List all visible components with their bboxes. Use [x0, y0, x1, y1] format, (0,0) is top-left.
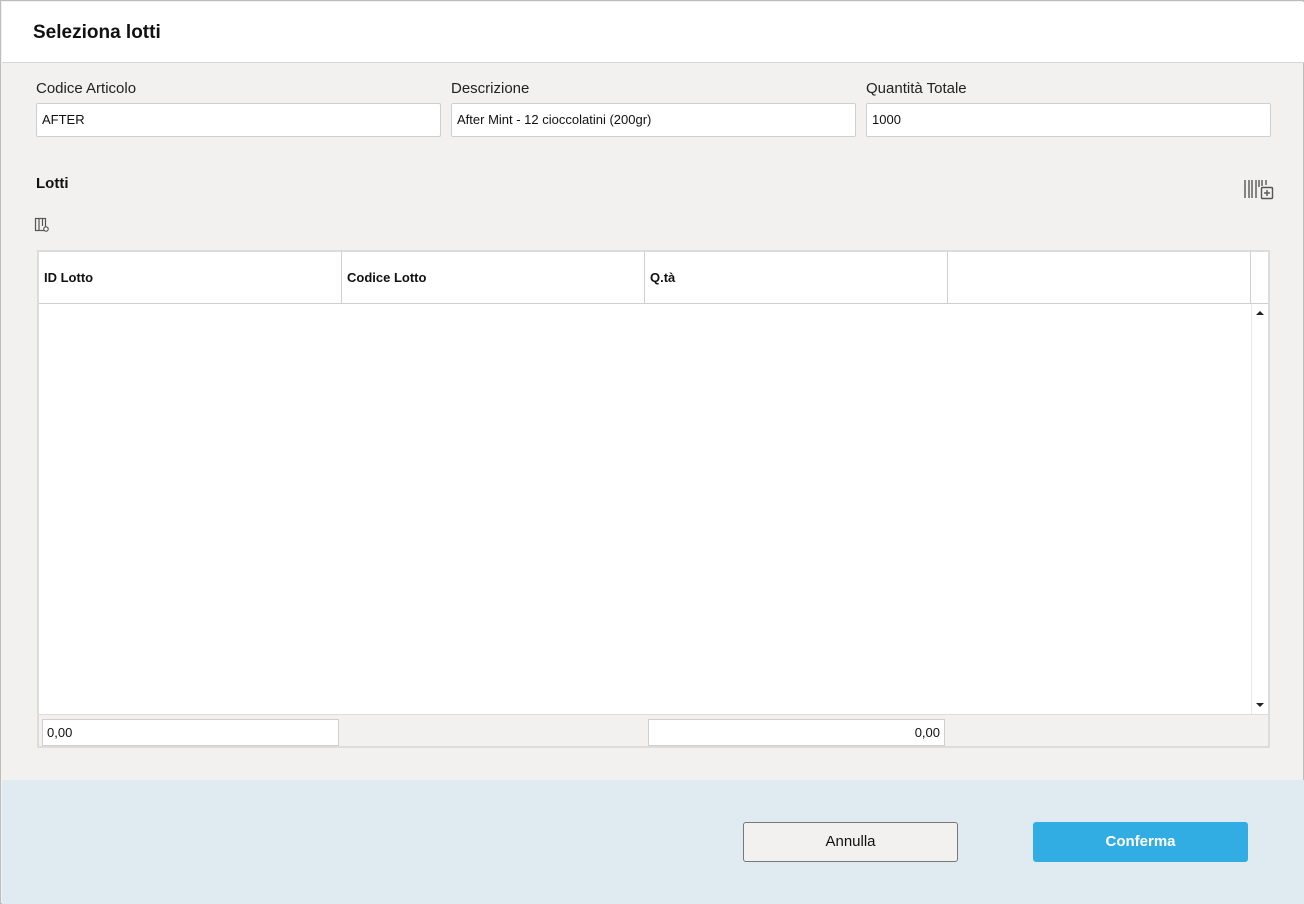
total-quantita: 0,00: [648, 719, 945, 746]
scroll-down-arrow-icon[interactable]: [1256, 703, 1264, 707]
lotti-grid: ID Lotto Codice Lotto Q.tà 0,00 0,00: [37, 250, 1270, 748]
dialog-window: Seleziona lotti Codice Articolo AFTER De…: [0, 0, 1304, 904]
column-header-id-lotto[interactable]: ID Lotto: [39, 252, 342, 304]
codice-articolo-label: Codice Articolo: [36, 80, 137, 97]
codice-articolo-field[interactable]: AFTER: [36, 103, 441, 137]
column-settings-icon[interactable]: [33, 216, 51, 234]
lotti-section-title: Lotti: [36, 175, 69, 192]
column-header-quantita[interactable]: Q.tà: [645, 252, 948, 304]
dialog-footer: Annulla Conferma: [2, 780, 1304, 904]
cancel-button[interactable]: Annulla: [743, 822, 958, 862]
column-header-codice-lotto[interactable]: Codice Lotto: [342, 252, 645, 304]
header-corner: [1251, 252, 1268, 304]
quantita-totale-label: Quantità Totale: [866, 80, 967, 97]
descrizione-field[interactable]: After Mint - 12 cioccolatini (200gr): [451, 103, 856, 137]
column-header-empty[interactable]: [948, 252, 1251, 304]
grid-header: ID Lotto Codice Lotto Q.tà: [39, 252, 1251, 304]
scroll-up-arrow-icon[interactable]: [1256, 311, 1264, 315]
quantita-totale-field[interactable]: 1000: [866, 103, 1271, 137]
confirm-button[interactable]: Conferma: [1033, 822, 1248, 862]
dialog-title: Seleziona lotti: [33, 22, 161, 43]
barcode-add-icon[interactable]: [1242, 176, 1276, 202]
dialog-header: Seleziona lotti: [2, 2, 1304, 63]
grid-totals-row: 0,00 0,00: [39, 714, 1268, 746]
total-id-lotto: 0,00: [42, 719, 339, 746]
vertical-scrollbar[interactable]: [1251, 304, 1268, 714]
descrizione-label: Descrizione: [451, 80, 530, 97]
grid-body[interactable]: [39, 304, 1251, 714]
